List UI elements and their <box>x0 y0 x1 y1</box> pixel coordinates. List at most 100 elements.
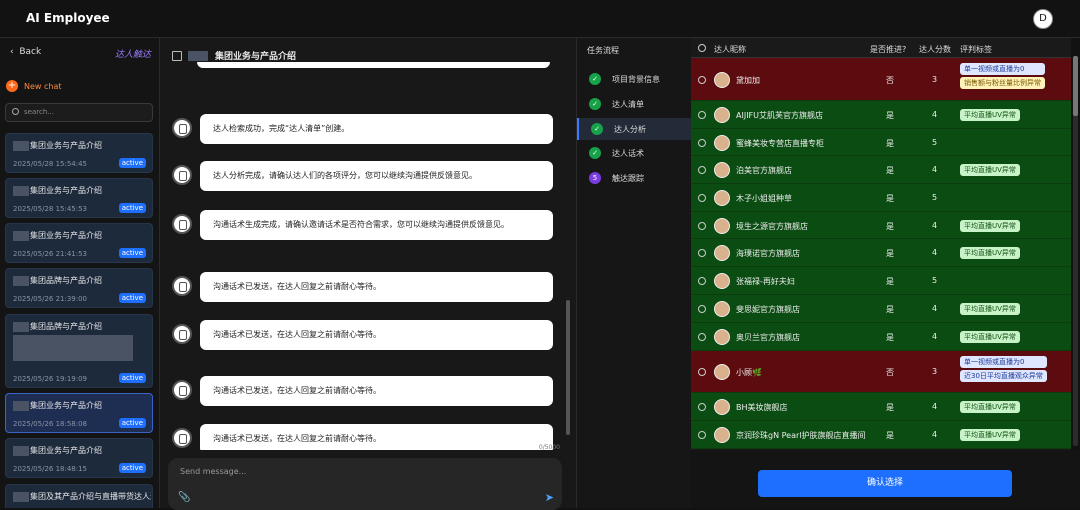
tag-list: 平均直播UV异常 <box>960 331 1020 343</box>
table-row[interactable]: 蜜蜂美妆专营店直播专柜 是 5 <box>691 129 1071 156</box>
row-checkbox[interactable] <box>698 431 706 439</box>
task-step[interactable]: ✓ 项目背景信息 <box>577 68 691 90</box>
tag-list: 单一视频或直播为0 近30日平均直播观众异常 <box>960 356 1047 382</box>
creator-name[interactable]: 斐思妮官方旗舰店 <box>736 304 800 315</box>
session-item[interactable]: 集团及其产品介绍与直播带货达人邀 <box>5 484 153 508</box>
session-title-text: 集团品牌与产品介绍 <box>30 322 102 331</box>
select-all-checkbox[interactable] <box>698 44 706 52</box>
row-checkbox[interactable] <box>698 305 706 313</box>
chat-message: 达人分析完成，请确认达人们的各项评分，您可以继续沟通提供反馈意见。 <box>172 161 553 191</box>
agent-name-link[interactable]: 达人触达 <box>115 47 151 60</box>
creator-score: 4 <box>932 220 938 230</box>
message-bubble: 达人分析完成，请确认达人们的各项评分，您可以继续沟通提供反馈意见。 <box>200 161 553 191</box>
creator-name[interactable]: 小顾🌿 <box>736 367 762 378</box>
search-icon <box>12 108 19 115</box>
table-row[interactable]: 京润珍珠gN Pearl护肤旗舰店直播间 是 4 平均直播UV异常 <box>691 421 1071 449</box>
table-scrollbar[interactable] <box>1073 56 1078 116</box>
tag-list: 平均直播UV异常 <box>960 303 1020 315</box>
row-checkbox[interactable] <box>698 194 706 202</box>
task-step-label: 触达跟踪 <box>612 174 644 183</box>
search-input[interactable]: search... <box>5 103 153 122</box>
task-step[interactable]: 5 触达跟踪 <box>577 167 691 189</box>
message-bubble: 达人检索成功，完成“达人清单”创建。 <box>200 114 553 144</box>
step-number-badge: 5 <box>589 172 601 184</box>
creator-name[interactable]: 泊美官方旗舰店 <box>736 165 792 176</box>
session-item[interactable]: 集团业务与产品介绍 2025/05/26 18:48:15 active <box>5 438 153 478</box>
creator-name[interactable]: 木子小姐姐种草 <box>736 193 792 204</box>
message-composer[interactable]: Send message... 📎 ➤ <box>168 458 562 510</box>
session-item[interactable]: 集团业务与产品介绍 2025/05/28 15:45:53 active <box>5 178 153 218</box>
table-row[interactable]: 境生之源官方旗舰店 是 4 平均直播UV异常 <box>691 212 1071 239</box>
plus-icon: + <box>6 80 18 92</box>
table-row[interactable]: 海璞诺官方旗舰店 是 4 平均直播UV异常 <box>691 239 1071 267</box>
row-checkbox[interactable] <box>698 221 706 230</box>
table-header: 达人昵称 是否推进? 达人分数 评判标签 <box>691 38 1071 58</box>
creator-name[interactable]: 境生之源官方旗舰店 <box>736 221 808 232</box>
task-step[interactable]: ✓ 达人分析 <box>577 118 691 140</box>
session-item[interactable]: 集团品牌与产品介绍 2025/05/26 21:39:00 active <box>5 268 153 308</box>
chat-scrollbar[interactable] <box>566 300 570 435</box>
creator-score: 3 <box>932 367 938 376</box>
status-badge: active <box>118 203 146 213</box>
check-circle-icon: ✓ <box>589 98 601 110</box>
creator-score: 4 <box>932 304 938 313</box>
creator-name[interactable]: BH美妆旗舰店 <box>736 402 788 413</box>
table-row[interactable]: 奥贝兰官方旗舰店 是 4 平均直播UV异常 <box>691 323 1071 351</box>
table-row[interactable]: 木子小姐姐种草 是 5 <box>691 184 1071 212</box>
user-avatar[interactable]: D <box>1033 9 1053 29</box>
sidebar-toggle-icon[interactable] <box>172 50 182 61</box>
table-row[interactable]: 张福禄-再好夫妇 是 5 <box>691 267 1071 295</box>
back-button[interactable]: ‹ Back <box>10 47 41 57</box>
task-step[interactable]: ✓ 达人清单 <box>577 93 691 115</box>
tag-list: 平均直播UV异常 <box>960 429 1020 441</box>
tag-badge: 平均直播UV异常 <box>960 164 1020 176</box>
table-row[interactable]: 黛加加 否 3 单一视频或直播为0 销售额与粉丝量比例异常 <box>691 58 1071 101</box>
attach-icon[interactable]: 📎 <box>178 492 190 503</box>
table-row[interactable]: 小顾🌿 否 3 单一视频或直播为0 近30日平均直播观众异常 <box>691 351 1071 393</box>
message-bubble: 沟通话术生成完成，请确认邀请话术是否符合需求，您可以继续沟通提供反馈意见。 <box>200 210 553 240</box>
creator-name[interactable]: 京润珍珠gN Pearl护肤旗舰店直播间 <box>736 430 865 441</box>
row-checkbox[interactable] <box>698 166 706 174</box>
status-badge: active <box>118 158 146 168</box>
table-row[interactable]: 泊美官方旗舰店 是 4 平均直播UV异常 <box>691 156 1071 184</box>
session-item[interactable]: 集团业务与产品介绍 2025/05/28 15:54:45 active <box>5 133 153 173</box>
avatar <box>714 301 730 317</box>
message-input[interactable]: Send message... <box>180 467 246 476</box>
creator-name[interactable]: 蜜蜂美妆专营店直播专柜 <box>736 138 824 149</box>
row-checkbox[interactable] <box>698 138 706 147</box>
creator-name[interactable]: 奥贝兰官方旗舰店 <box>736 332 800 343</box>
row-checkbox[interactable] <box>698 75 706 84</box>
tag-list: 平均直播UV异常 <box>960 247 1020 259</box>
creator-name[interactable]: AIJIFU艾肌芙官方旗舰店 <box>736 110 823 121</box>
avatar <box>714 162 730 178</box>
push-status: 是 <box>886 333 894 342</box>
creator-name[interactable]: 黛加加 <box>736 75 760 86</box>
push-status: 是 <box>886 138 894 148</box>
creator-name[interactable]: 海璞诺官方旗舰店 <box>736 248 800 259</box>
chat-message: 沟通话术已发送，在达人回复之前请耐心等待。 <box>172 320 553 350</box>
send-icon[interactable]: ➤ <box>545 491 554 504</box>
row-checkbox[interactable] <box>698 368 706 376</box>
avatar <box>714 273 730 289</box>
new-chat-button[interactable]: + New chat <box>6 80 62 92</box>
row-checkbox[interactable] <box>698 111 706 119</box>
session-item[interactable]: 集团业务与产品介绍 2025/05/26 21:41:53 active <box>5 223 153 263</box>
table-row[interactable]: 斐思妮官方旗舰店 是 4 平均直播UV异常 <box>691 295 1071 323</box>
header-tags: 评判标签 <box>960 45 992 54</box>
message-bubble: 沟通话术已发送，在达人回复之前请耐心等待。 <box>200 424 553 450</box>
row-checkbox[interactable] <box>698 333 706 341</box>
row-checkbox[interactable] <box>698 277 706 285</box>
session-item[interactable]: 集团品牌与产品介绍 2025/05/26 19:19:09 active <box>5 314 153 388</box>
table-row[interactable]: BH美妆旗舰店 是 4 平均直播UV异常 <box>691 393 1071 421</box>
avatar <box>714 329 730 345</box>
session-item[interactable]: 集团业务与产品介绍 2025/05/26 18:58:08 active <box>5 393 153 433</box>
creator-score: 4 <box>932 332 938 341</box>
creator-name[interactable]: 张福禄-再好夫妇 <box>736 276 795 287</box>
tag-badge: 平均直播UV异常 <box>960 247 1020 259</box>
row-checkbox[interactable] <box>698 403 706 411</box>
redacted-block <box>13 335 133 361</box>
task-step[interactable]: ✓ 达人话术 <box>577 142 691 164</box>
confirm-selection-button[interactable]: 确认选择 <box>758 470 1012 497</box>
table-row[interactable]: AIJIFU艾肌芙官方旗舰店 是 4 平均直播UV异常 <box>691 101 1071 129</box>
row-checkbox[interactable] <box>698 249 706 257</box>
